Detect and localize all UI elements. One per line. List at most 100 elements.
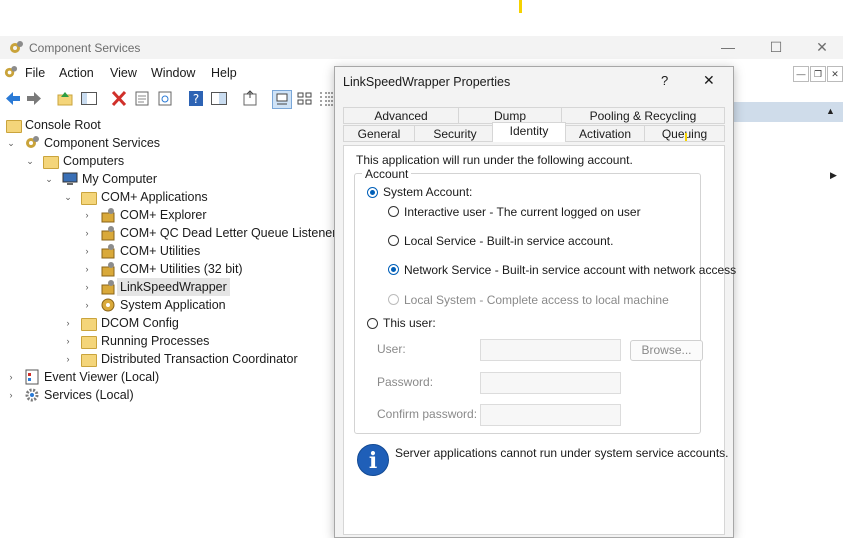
tree-item-com-utilities[interactable]: › COM+ Utilities: [0, 242, 330, 260]
tree-item-my-computer[interactable]: ⌄ My Computer: [0, 170, 320, 188]
tree-label: Event Viewer (Local): [44, 370, 160, 384]
chevron-right-icon[interactable]: ›: [82, 278, 92, 296]
local-system-label: Local System - Complete access to local …: [404, 293, 669, 307]
confirm-password-input[interactable]: [480, 404, 621, 426]
minimize-button[interactable]: —: [705, 36, 751, 59]
delete-icon[interactable]: [110, 90, 128, 107]
com-package-icon: [101, 262, 115, 277]
child-minimize-button[interactable]: —: [793, 66, 809, 82]
local-system-radio[interactable]: [388, 294, 399, 305]
tree-item-system-application[interactable]: › System Application: [0, 296, 330, 314]
tree-label-selected: LinkSpeedWrapper: [117, 278, 230, 296]
interactive-user-radio[interactable]: [388, 206, 399, 217]
tree-item-console-root[interactable]: Console Root: [0, 116, 320, 134]
console-view-icon[interactable]: [210, 90, 228, 107]
identity-panel: This application will run under the foll…: [343, 145, 736, 535]
export-list-icon[interactable]: [241, 90, 259, 107]
scroll-up-arrow-icon[interactable]: ▲: [826, 106, 835, 116]
chevron-right-icon[interactable]: ›: [82, 242, 92, 260]
expand-arrow-icon[interactable]: ▶: [830, 170, 837, 181]
tree-item-computers[interactable]: ⌄ Computers: [0, 152, 320, 170]
tab-activation[interactable]: Activation: [565, 125, 645, 142]
menu-file[interactable]: File: [25, 66, 45, 80]
tab-identity[interactable]: Identity: [492, 122, 566, 142]
tree-item-com-applications[interactable]: ⌄ COM+ Applications: [0, 188, 320, 206]
info-message: Server applications cannot run under sys…: [395, 446, 729, 460]
chevron-right-icon[interactable]: ›: [82, 296, 92, 314]
back-arrow-icon[interactable]: [4, 90, 22, 107]
large-icons-icon[interactable]: [272, 90, 292, 109]
child-close-button[interactable]: ✕: [827, 66, 843, 82]
tree-item-event-viewer[interactable]: › Event Viewer (Local): [0, 368, 330, 386]
network-service-radio[interactable]: [388, 264, 399, 275]
this-user-radio[interactable]: [367, 318, 378, 329]
interactive-user-label: Interactive user - The current logged on…: [404, 205, 641, 219]
component-services-icon: [10, 41, 23, 53]
menu-window[interactable]: Window: [151, 66, 195, 80]
tree-item-com-explorer[interactable]: › COM+ Explorer: [0, 206, 330, 224]
chevron-down-icon[interactable]: ⌄: [25, 152, 35, 170]
show-hide-tree-icon[interactable]: [80, 90, 98, 107]
tree-label: My Computer: [82, 172, 158, 186]
console-tree: Console Root ⌄ Component Services ⌄ Comp…: [0, 116, 336, 436]
up-folder-icon[interactable]: [56, 90, 74, 107]
tab-advanced[interactable]: Advanced: [343, 107, 459, 124]
tree-item-dtc[interactable]: › Distributed Transaction Coordinator: [0, 350, 330, 368]
password-input[interactable]: [480, 372, 621, 394]
dialog-title: LinkSpeedWrapper Properties: [343, 75, 511, 89]
this-user-label: This user:: [383, 316, 436, 330]
user-input[interactable]: [480, 339, 621, 361]
refresh-icon[interactable]: [156, 90, 174, 107]
small-icons-icon[interactable]: [296, 90, 314, 107]
chevron-right-icon[interactable]: ›: [63, 314, 73, 332]
chevron-down-icon[interactable]: ⌄: [6, 134, 16, 152]
tree-item-dcom-config[interactable]: › DCOM Config: [0, 314, 330, 332]
intro-text: This application will run under the foll…: [356, 153, 633, 167]
chevron-right-icon[interactable]: ›: [63, 350, 73, 368]
chevron-right-icon[interactable]: ›: [63, 332, 73, 350]
tree-item-linkspeedwrapper[interactable]: › LinkSpeedWrapper: [0, 278, 330, 296]
properties-icon[interactable]: [133, 90, 151, 107]
menu-view[interactable]: View: [110, 66, 137, 80]
tree-item-component-services[interactable]: ⌄ Component Services: [0, 134, 320, 152]
properties-dialog: LinkSpeedWrapper Properties ? ✕ Advanced…: [334, 66, 736, 538]
forward-arrow-icon[interactable]: [25, 90, 43, 107]
chevron-down-icon[interactable]: ⌄: [44, 170, 54, 188]
services-gear-icon: [25, 388, 39, 402]
tab-pooling-recycling[interactable]: Pooling & Recycling: [561, 107, 725, 124]
menu-help[interactable]: Help: [211, 66, 237, 80]
chevron-right-icon[interactable]: ›: [82, 260, 92, 278]
tree-label: COM+ Applications: [101, 190, 208, 204]
chevron-right-icon[interactable]: ›: [82, 206, 92, 224]
browse-button[interactable]: Browse...: [630, 340, 703, 361]
maximize-button[interactable]: ☐: [753, 36, 799, 59]
tab-security[interactable]: Security: [414, 125, 496, 142]
tree-label: COM+ Explorer: [120, 208, 207, 222]
menu-action[interactable]: Action: [59, 66, 94, 80]
dialog-help-button[interactable]: ?: [661, 73, 668, 88]
chevron-right-icon[interactable]: ›: [6, 368, 16, 386]
com-package-icon: [101, 208, 115, 223]
tree-item-qc-dead-letter[interactable]: › COM+ QC Dead Letter Queue Listener: [0, 224, 336, 242]
com-package-icon: [101, 244, 115, 259]
local-service-radio[interactable]: [388, 235, 399, 246]
app-menu-icon[interactable]: [3, 65, 18, 80]
chevron-right-icon[interactable]: ›: [82, 224, 92, 242]
dialog-close-button[interactable]: ✕: [703, 72, 715, 89]
tree-item-running-processes[interactable]: › Running Processes: [0, 332, 330, 350]
folder-icon: [81, 318, 97, 331]
chevron-right-icon[interactable]: ›: [6, 386, 16, 404]
chevron-down-icon[interactable]: ⌄: [63, 188, 73, 206]
tree-item-services[interactable]: › Services (Local): [0, 386, 330, 404]
event-viewer-icon: [25, 369, 39, 385]
tree-label: Console Root: [25, 118, 101, 132]
child-restore-button[interactable]: ❐: [810, 66, 826, 82]
tree-label: Services (Local): [44, 388, 134, 402]
system-account-radio[interactable]: [367, 187, 378, 198]
tab-general[interactable]: General: [343, 125, 415, 142]
close-button[interactable]: ✕: [799, 36, 843, 59]
help-icon[interactable]: ?: [187, 90, 205, 107]
tree-label: COM+ QC Dead Letter Queue Listener: [120, 226, 337, 240]
tree-item-com-utilities-32[interactable]: › COM+ Utilities (32 bit): [0, 260, 330, 278]
tree-label: DCOM Config: [101, 316, 179, 330]
